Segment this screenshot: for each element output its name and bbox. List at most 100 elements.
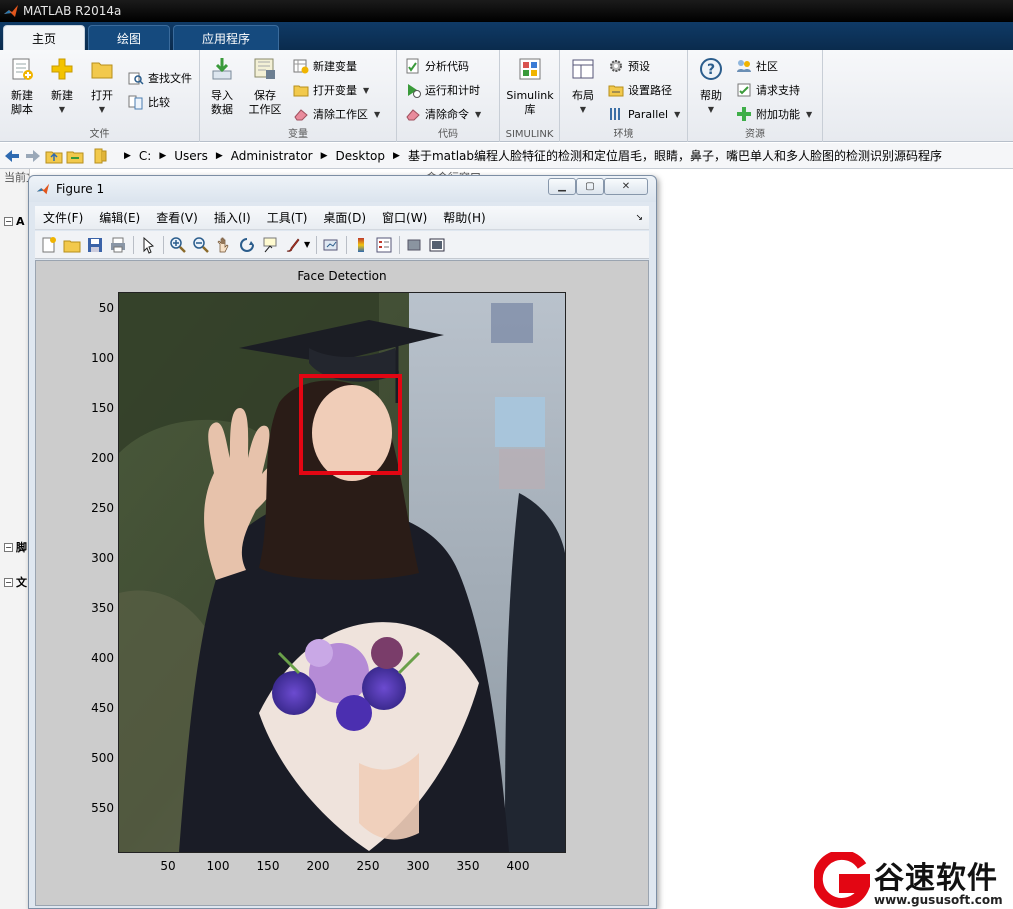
analyze-code-icon [406,58,419,74]
pan-icon[interactable] [215,236,233,254]
new-button[interactable]: 新建 ▼ [42,56,82,117]
eraser-icon [406,109,420,121]
up-folder-icon[interactable] [45,147,63,165]
browse-folder-icon[interactable] [66,147,84,165]
analyze-code-button[interactable]: 分析代码 [405,56,469,76]
x-tick-label: 250 [356,859,380,873]
y-tick-label: 400 [91,651,114,665]
tab-apps[interactable]: 应用程序 [173,25,279,50]
compare-icon [128,95,143,110]
breadcrumb-item[interactable]: Administrator [231,149,313,163]
menu-view[interactable]: 查看(V) [148,209,206,226]
forward-arrow-icon[interactable] [24,147,42,165]
file-group-label: 文件 [89,129,110,140]
back-arrow-icon[interactable] [3,147,21,165]
open-file-icon[interactable] [63,236,81,254]
parallel-button[interactable]: Parallel ▼ [608,104,680,124]
request-support-button[interactable]: 请求支持 [736,80,800,100]
community-label: 社区 [756,60,778,73]
x-tick-label: 50 [160,859,176,873]
run-and-time-icon [408,84,421,98]
restore-button[interactable]: ▢ [576,178,604,195]
chevron-down-icon: ▼ [98,105,106,114]
tab-plots[interactable]: 绘图 [88,25,170,50]
pane-section[interactable]: − A [4,215,30,228]
compare-label: 比较 [148,96,170,109]
legend-icon[interactable] [375,236,393,254]
compare-button[interactable]: 比较 [128,92,170,112]
clear-workspace-button[interactable]: 清除工作区 ▼ [293,104,380,124]
minimize-button[interactable]: ▁ [548,178,576,195]
figure-title-bar[interactable]: Figure 1 ▁ ▢ ✕ [29,176,656,202]
set-path-button[interactable]: 设置路径 [608,80,672,100]
layout-button[interactable]: 布局 ▼ [563,56,603,117]
menu-help[interactable]: 帮助(H) [435,209,493,226]
ribbon-group-file: 新建 脚本 新建 ▼ 打开 ▼ 查找文件 比较 文件 [0,50,200,142]
breadcrumb-item[interactable]: 基于matlab编程人脸特征的检测和定位眉毛，眼睛，鼻子，嘴巴单人和多人脸图的检… [408,147,942,164]
new-variable-button[interactable]: 新建变量 [293,56,357,76]
y-tick-label: 250 [91,501,114,515]
plot-axes[interactable] [118,292,566,853]
pointer-icon[interactable] [139,236,157,254]
breadcrumb-item[interactable]: C: [139,149,151,163]
menu-edit[interactable]: 编辑(E) [91,209,148,226]
figure-title: Figure 1 [56,182,105,196]
preferences-label: 预设 [628,60,650,73]
svg-text:?: ? [707,62,715,78]
menu-desktop[interactable]: 桌面(D) [315,209,374,226]
resources-group-label: 资源 [745,129,765,140]
close-button[interactable]: ✕ [604,178,648,195]
matlab-logo-icon [36,183,50,195]
show-plot-tools-icon[interactable] [428,236,446,254]
find-files-button[interactable]: 查找文件 [128,68,192,88]
hide-plot-tools-icon[interactable] [405,236,423,254]
breadcrumb-item[interactable]: Users [174,149,208,163]
brush-icon[interactable] [284,236,302,254]
save-workspace-button[interactable]: 保存 工作区 [245,56,285,117]
import-data-button[interactable]: 导入 数据 [202,56,242,117]
data-cursor-icon[interactable] [261,236,279,254]
pane-section[interactable]: − 文 [4,574,30,590]
print-icon[interactable] [109,236,127,254]
preferences-button[interactable]: 预设 [608,56,650,76]
simulink-library-button[interactable]: Simulink 库 [502,56,558,117]
pane-section[interactable]: − 脚 [4,539,30,555]
community-button[interactable]: 社区 [736,56,778,76]
find-files-label: 查找文件 [148,72,192,85]
watermark: 谷速软件 www.gususoft.com [812,850,1013,909]
chevron-down-icon[interactable]: ▼ [304,240,310,249]
plot-title: Face Detection [297,269,387,283]
variable-group-label: 变量 [288,129,308,140]
tab-home[interactable]: 主页 [3,25,85,50]
chevron-down-icon: ▼ [374,109,381,119]
breadcrumb-item[interactable]: Desktop [336,149,386,163]
menu-file[interactable]: 文件(F) [35,209,91,226]
y-tick-label: 500 [91,751,114,765]
colorbar-icon[interactable] [352,236,370,254]
matlab-logo-icon [4,5,18,17]
add-ons-icon [737,107,751,121]
menu-insert[interactable]: 插入(I) [206,209,259,226]
zoom-out-icon[interactable] [192,236,210,254]
menu-window[interactable]: 窗口(W) [374,209,435,226]
x-tick-label: 200 [306,859,330,873]
open-button[interactable]: 打开 ▼ [82,56,122,117]
link-plot-icon[interactable] [322,236,340,254]
clear-commands-button[interactable]: 清除命令 ▼ [405,104,481,124]
dock-arrow-icon[interactable]: ↘ [635,213,643,223]
eraser-icon [294,109,308,121]
figure-window[interactable]: Figure 1 ▁ ▢ ✕ 文件(F) 编辑(E) 查看(V) 插入(I) 工… [28,175,657,909]
breadcrumb-separator-icon: ▶ [159,150,167,161]
parallel-icon [610,108,620,120]
rotate-3d-icon[interactable] [238,236,256,254]
run-and-time-button[interactable]: 运行和计时 [405,80,480,100]
open-variable-button[interactable]: 打开变量 ▼ [293,80,369,100]
new-script-button[interactable]: 新建 脚本 [2,56,42,117]
menu-tools[interactable]: 工具(T) [259,209,316,226]
add-ons-button[interactable]: 附加功能 ▼ [736,104,812,124]
save-icon[interactable] [86,236,104,254]
help-button[interactable]: ? 帮助 ▼ [691,56,731,117]
new-figure-icon[interactable] [40,236,58,254]
zoom-in-icon[interactable] [169,236,187,254]
figure-menu-bar: 文件(F) 编辑(E) 查看(V) 插入(I) 工具(T) 桌面(D) 窗口(W… [35,206,649,230]
